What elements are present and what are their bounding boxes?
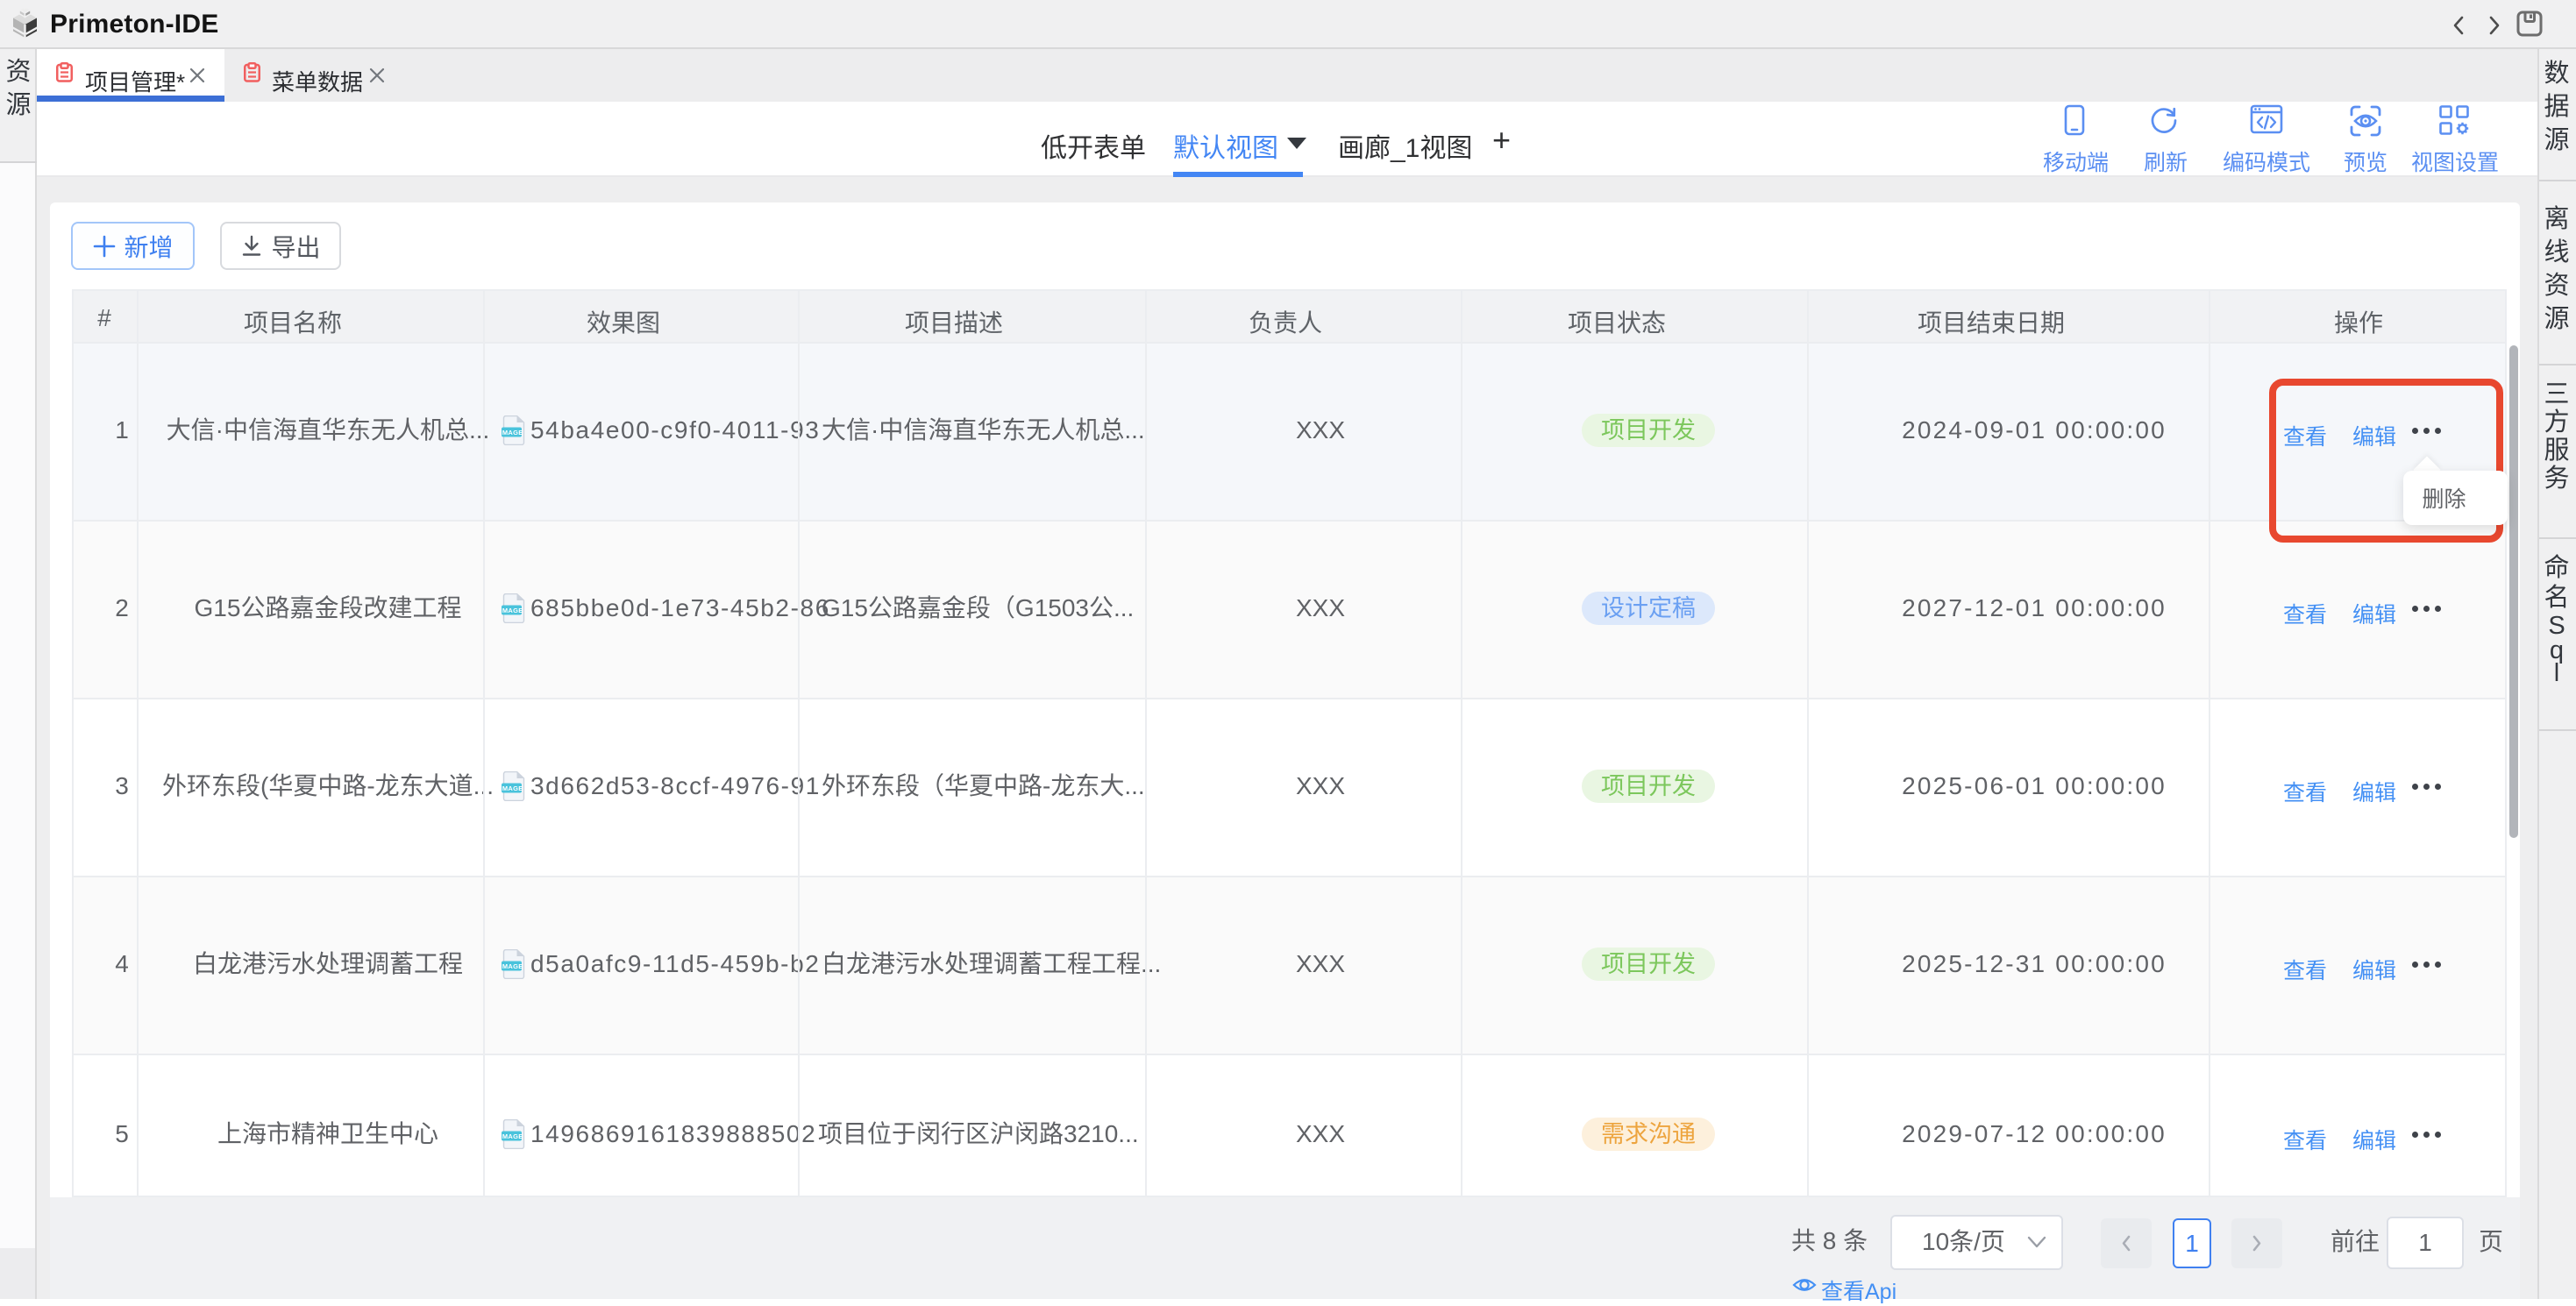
svg-text:IMAGE: IMAGE: [502, 962, 523, 970]
svg-text:IMAGE: IMAGE: [502, 784, 523, 792]
svg-text:IMAGE: IMAGE: [502, 607, 523, 614]
svg-text:IMAGE: IMAGE: [502, 429, 523, 437]
svg-text:IMAGE: IMAGE: [502, 1132, 523, 1140]
